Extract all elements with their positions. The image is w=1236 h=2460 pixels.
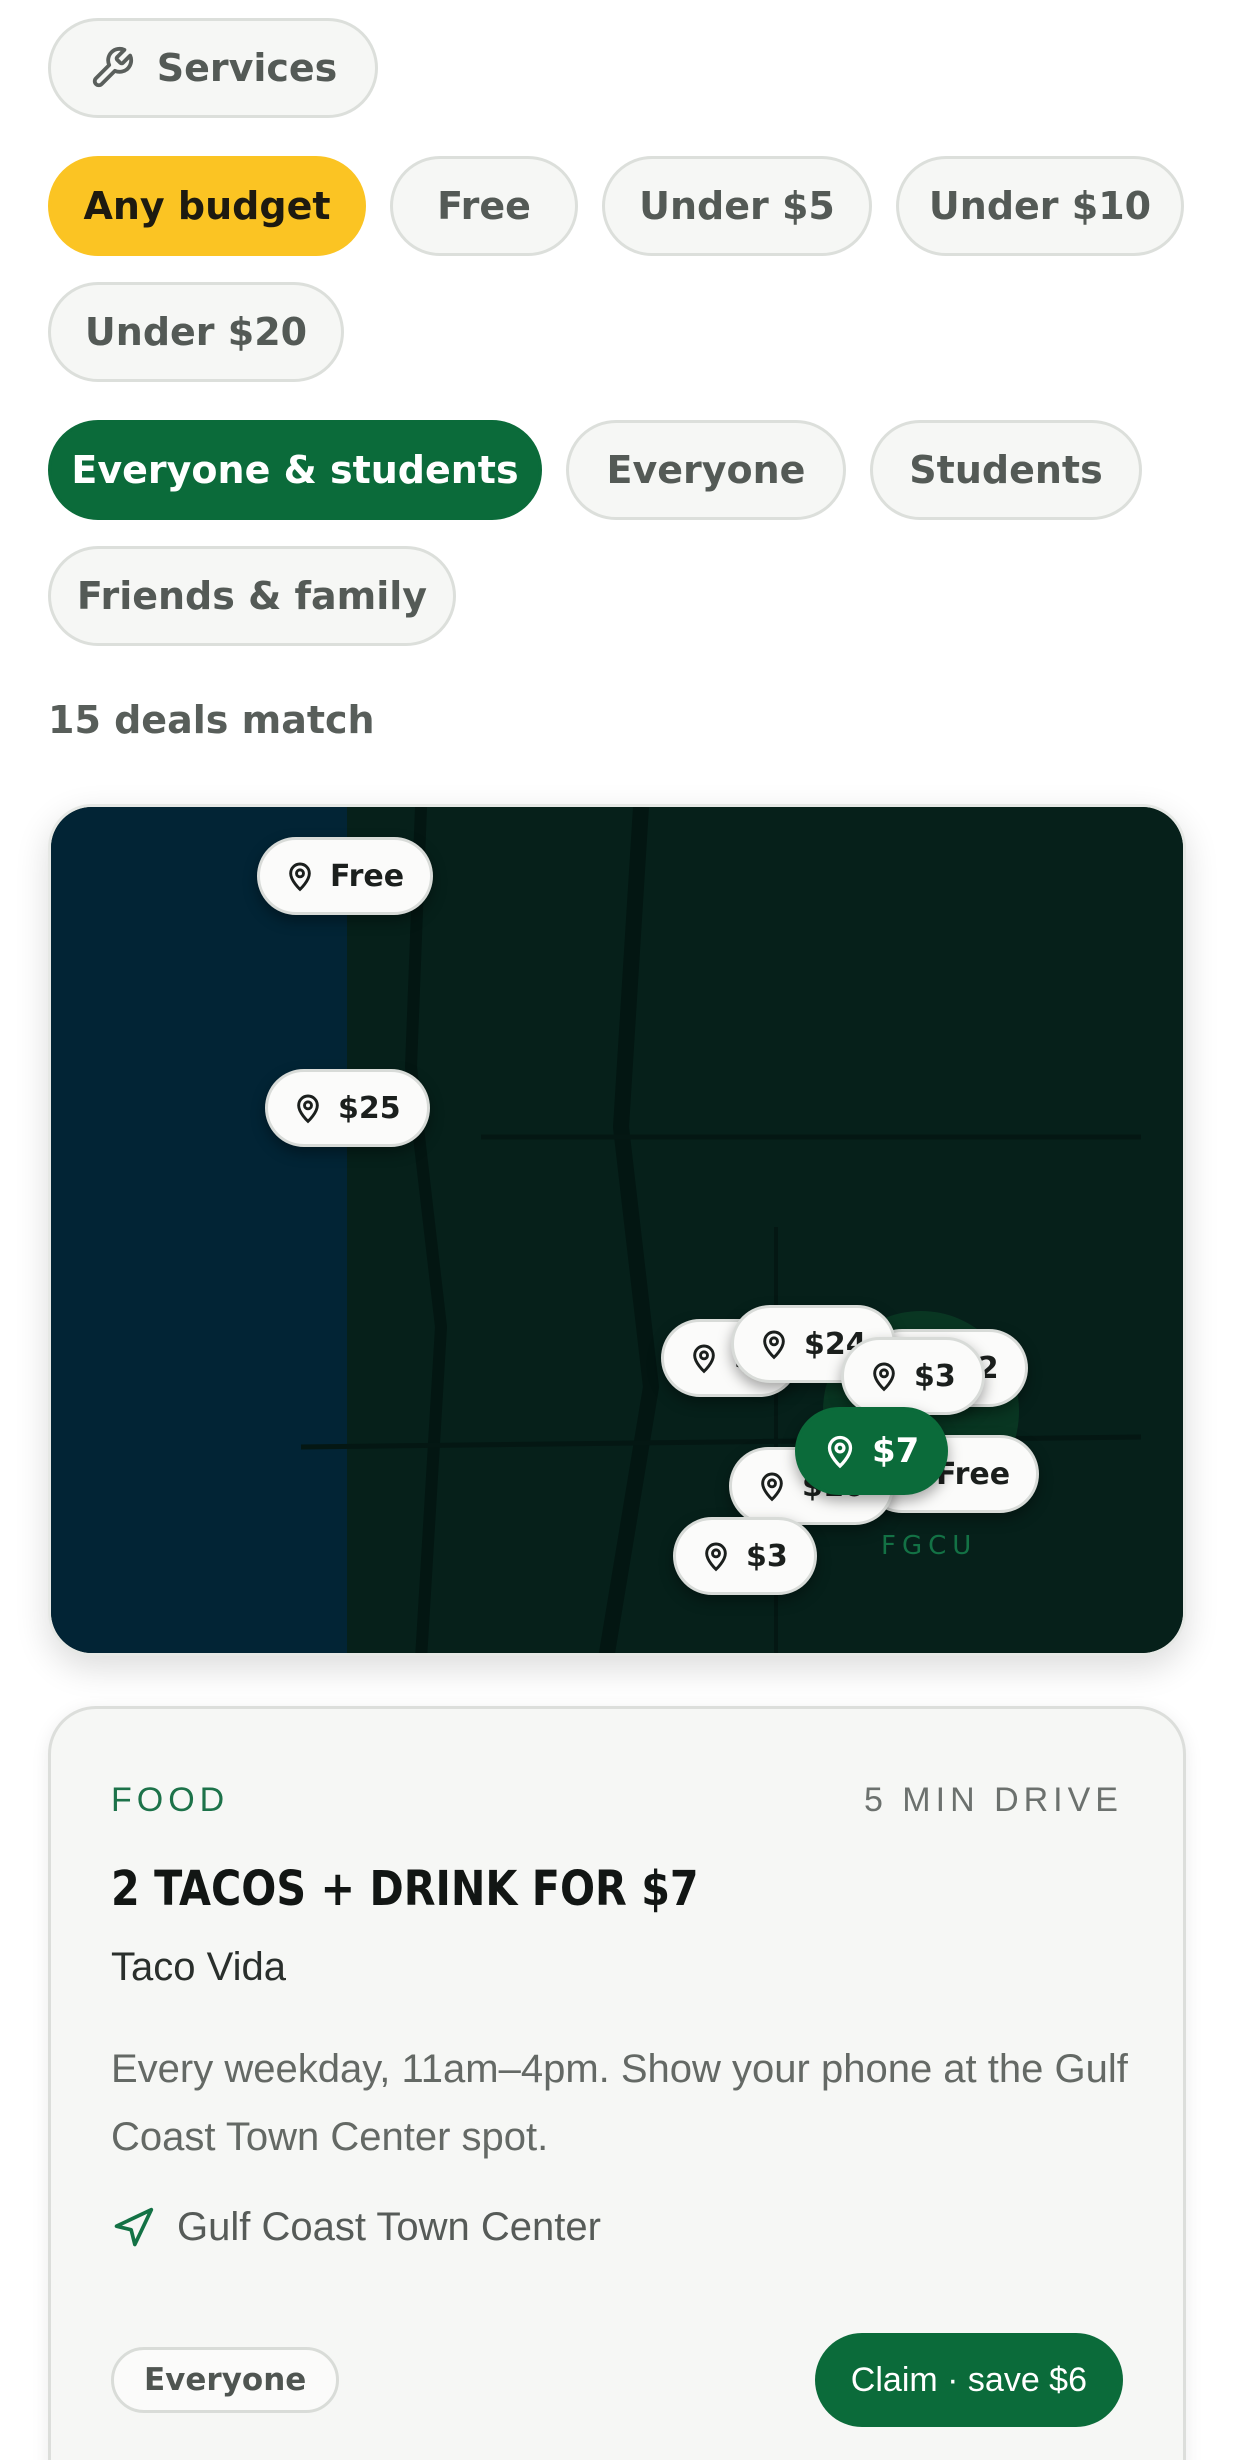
map-pin-label: $25 (338, 1090, 401, 1126)
wrench-icon (89, 45, 135, 91)
audience-chip-students[interactable]: Students (870, 420, 1142, 520)
services-filter-chip[interactable]: Services (48, 18, 378, 118)
map-pin-active[interactable]: $7 (795, 1407, 949, 1495)
map-pin-icon (758, 1328, 790, 1360)
fgcu-campus-label: FGCU (881, 1531, 978, 1561)
budget-chip-under-20[interactable]: Under $20 (48, 282, 344, 382)
map-pin-label: Free (936, 1456, 1011, 1492)
budget-chip-under-10[interactable]: Under $10 (896, 156, 1184, 256)
deal-title: 2 TACOS + DRINK FOR $7 (111, 1861, 699, 1917)
budget-chip-under-5[interactable]: Under $5 (602, 156, 872, 256)
deal-location: Gulf Coast Town Center (111, 2205, 601, 2250)
audience-chip-friends-family[interactable]: Friends & family (48, 546, 456, 646)
map-pin-icon (284, 860, 316, 892)
map-pin-icon (292, 1092, 324, 1124)
deal-drive-time: 5 MIN DRIVE (863, 1781, 1123, 1819)
deals-map[interactable]: FGCU Free $25 $1 $12 $24 $3 Free $10 $3 … (48, 804, 1186, 1656)
map-pin-icon (756, 1470, 788, 1502)
map-pin[interactable]: $25 (265, 1069, 430, 1147)
claim-button[interactable]: Claim · save $6 (814, 2333, 1123, 2427)
map-pin-icon (700, 1540, 732, 1572)
budget-chip-any[interactable]: Any budget (48, 156, 366, 256)
map-pin[interactable]: Free (257, 837, 434, 915)
services-filter-label: Services (156, 46, 338, 90)
map-pin-icon (822, 1433, 858, 1469)
deal-audience-badge: Everyone (111, 2347, 340, 2413)
map-pin[interactable]: $3 (673, 1517, 817, 1595)
map-pin[interactable]: $3 (841, 1337, 985, 1415)
results-count: 15 deals match (48, 698, 375, 742)
navigation-arrow-icon (111, 2206, 155, 2250)
deal-category: FOOD (111, 1781, 230, 1819)
map-pin-label: $3 (914, 1358, 956, 1394)
deal-location-label: Gulf Coast Town Center (177, 2205, 601, 2249)
map-pin-label: $7 (872, 1431, 920, 1471)
deal-vendor: Taco Vida (111, 1945, 286, 1989)
deal-description: Every weekday, 11am–4pm. Show your phone… (111, 2047, 1128, 2159)
map-pin-label: Free (330, 858, 405, 894)
map-pin-icon (688, 1342, 720, 1374)
map-background (51, 807, 1183, 1653)
map-pin-icon (868, 1360, 900, 1392)
audience-chip-everyone-students[interactable]: Everyone & students (48, 420, 542, 520)
audience-chip-everyone[interactable]: Everyone (566, 420, 846, 520)
deal-card[interactable]: FOOD 5 MIN DRIVE 2 TACOS + DRINK FOR $7 … (48, 1706, 1186, 2460)
map-pin-label: $3 (746, 1538, 788, 1574)
budget-chip-free[interactable]: Free (390, 156, 578, 256)
